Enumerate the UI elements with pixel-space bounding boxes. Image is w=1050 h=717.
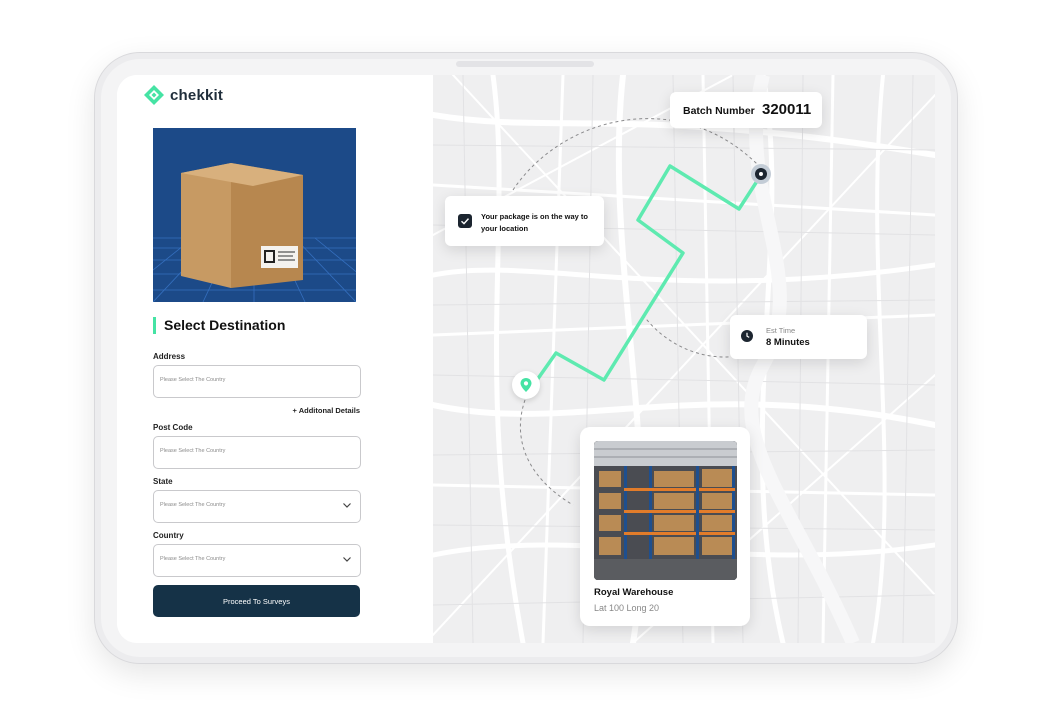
- warehouse-coordinates: Lat 100 Long 20: [594, 603, 660, 613]
- origin-location-pin[interactable]: [512, 371, 540, 399]
- batch-number-card: Batch Number 320011: [670, 92, 822, 128]
- map-view[interactable]: Batch Number 320011 Your package is on t…: [433, 75, 935, 643]
- clock-icon: [741, 330, 753, 342]
- post-code-label: Post Code: [153, 423, 193, 432]
- address-placeholder: Please Select The Country: [160, 377, 226, 383]
- app-screen: chekkit Select Destination Address Pleas…: [117, 75, 935, 643]
- check-icon: [458, 214, 472, 228]
- delivery-status-card: Your package is on the way to your locat…: [445, 196, 604, 246]
- eta-label: Est Time: [766, 326, 796, 335]
- state-placeholder: Please Select The Country: [160, 502, 226, 508]
- post-code-input[interactable]: Please Select The Country: [153, 436, 361, 469]
- chekkit-logo-icon: [144, 85, 164, 105]
- country-placeholder: Please Select The Country: [160, 556, 226, 562]
- warehouse-name: Royal Warehouse: [594, 587, 674, 598]
- batch-value: 320011: [762, 101, 812, 118]
- warehouse-card[interactable]: Royal Warehouse Lat 100 Long 20: [580, 427, 750, 626]
- tablet-camera-bar: [456, 61, 594, 67]
- brand-logo[interactable]: chekkit: [144, 85, 223, 105]
- chevron-down-icon: [343, 503, 351, 508]
- state-select[interactable]: Please Select The Country: [153, 490, 361, 523]
- warehouse-photo: [594, 441, 737, 580]
- post-code-placeholder: Please Select The Country: [160, 448, 226, 454]
- address-input[interactable]: Please Select The Country: [153, 365, 361, 398]
- brand-name: chekkit: [170, 86, 224, 104]
- additional-details-link[interactable]: + Additonal Details: [293, 406, 360, 415]
- location-pin-icon: [520, 378, 532, 392]
- chevron-down-icon: [343, 557, 351, 562]
- country-label: Country: [153, 531, 184, 540]
- state-label: State: [153, 477, 173, 486]
- section-title: Select Destination: [153, 317, 285, 334]
- batch-label: Batch Number: [683, 105, 755, 117]
- estimated-time-card: Est Time 8 Minutes: [730, 315, 867, 359]
- product-box-image: [153, 128, 356, 302]
- destination-dot-center: [759, 172, 763, 176]
- status-message: Your package is on the way to your locat…: [481, 212, 588, 233]
- address-label: Address: [153, 352, 186, 361]
- proceed-button[interactable]: Proceed To Surveys: [153, 585, 360, 617]
- country-select[interactable]: Please Select The Country: [153, 544, 361, 577]
- destination-marker[interactable]: [751, 164, 771, 184]
- destination-panel: chekkit Select Destination Address Pleas…: [117, 75, 433, 643]
- eta-value: 8 Minutes: [766, 337, 810, 348]
